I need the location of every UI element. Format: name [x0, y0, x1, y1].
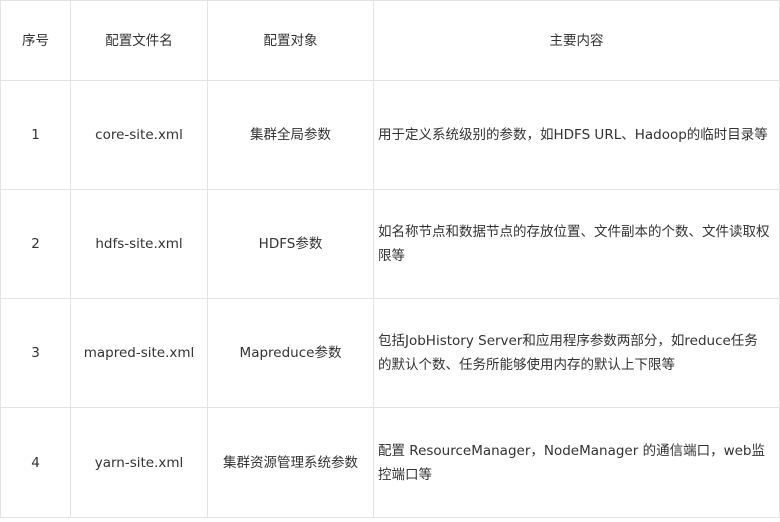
row-index: 4: [0, 407, 71, 518]
header-main-content: 主要内容: [373, 0, 780, 81]
row-index: 3: [0, 298, 71, 408]
config-files-table: 序号 配置文件名 配置对象 主要内容 1 core-site.xml 集群全局参…: [0, 0, 780, 518]
row-file-name: yarn-site.xml: [70, 407, 208, 518]
row-config-target: Mapreduce参数: [207, 298, 374, 408]
row-main-content: 配置 ResourceManager，NodeManager 的通信端口，web…: [373, 407, 780, 518]
header-config-target: 配置对象: [207, 0, 374, 81]
table-row: 3 mapred-site.xml Mapreduce参数 包括JobHisto…: [0, 298, 780, 408]
row-main-content: 用于定义系统级别的参数，如HDFS URL、Hadoop的临时目录等: [373, 80, 780, 190]
header-index: 序号: [0, 0, 71, 81]
row-index: 2: [0, 189, 71, 299]
row-config-target: HDFS参数: [207, 189, 374, 299]
row-main-content: 包括JobHistory Server和应用程序参数两部分，如reduce任务的…: [373, 298, 780, 408]
row-file-name: mapred-site.xml: [70, 298, 208, 408]
row-main-content: 如名称节点和数据节点的存放位置、文件副本的个数、文件读取权限等: [373, 189, 780, 299]
table-row: 2 hdfs-site.xml HDFS参数 如名称节点和数据节点的存放位置、文…: [0, 189, 780, 299]
row-config-target: 集群全局参数: [207, 80, 374, 190]
row-file-name: hdfs-site.xml: [70, 189, 208, 299]
table-row: 4 yarn-site.xml 集群资源管理系统参数 配置 ResourceMa…: [0, 407, 780, 518]
header-file-name: 配置文件名: [70, 0, 208, 81]
table-header-row: 序号 配置文件名 配置对象 主要内容: [0, 0, 780, 81]
row-file-name: core-site.xml: [70, 80, 208, 190]
row-config-target: 集群资源管理系统参数: [207, 407, 374, 518]
table-row: 1 core-site.xml 集群全局参数 用于定义系统级别的参数，如HDFS…: [0, 80, 780, 190]
row-index: 1: [0, 80, 71, 190]
